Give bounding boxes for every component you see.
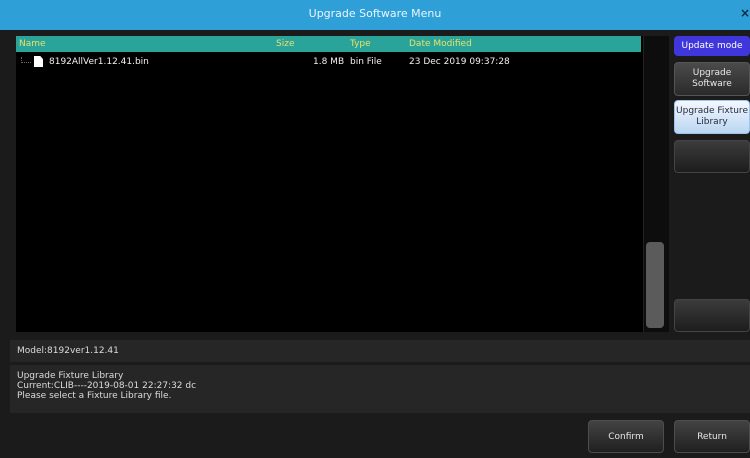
title-bar: Upgrade Software Menu × [0,0,750,30]
return-button[interactable]: Return [674,420,750,453]
file-type: bin File [350,57,382,67]
table-header: Name Size Type Date Modified [16,36,641,52]
confirm-button[interactable]: Confirm [588,420,664,453]
file-name: 8192AllVer1.12.41.bin [49,57,149,67]
column-size[interactable]: Size [276,39,294,49]
file-browser: Name Size Type Date Modified 8192AllVer1… [16,36,669,332]
close-icon[interactable]: × [740,6,750,20]
empty-side-button[interactable] [674,140,750,173]
file-date: 23 Dec 2019 09:37:28 [409,57,510,67]
column-name[interactable]: Name [19,39,46,49]
info-line-1: Upgrade Fixture Library [17,371,124,381]
info-line-3: Please select a Fixture Library file. [17,391,172,401]
model-status-bar: Model:8192ver1.12.41 [10,340,750,362]
file-icon [34,56,43,67]
upgrade-fixture-library-button[interactable]: Upgrade Fixture Library [674,100,750,134]
table-row[interactable]: 8192AllVer1.12.41.bin 1.8 MB bin File 23… [16,55,641,69]
column-type[interactable]: Type [350,39,371,49]
update-mode-button[interactable]: Update mode [674,36,750,56]
scrollbar-thumb[interactable] [646,242,664,328]
info-line-2: Current:CLIB----2019-08-01 22:27:32 dc [17,381,197,391]
info-panel: Upgrade Fixture Library Current:CLIB----… [10,365,750,413]
vertical-scrollbar[interactable] [643,36,669,332]
column-date[interactable]: Date Modified [409,39,472,49]
empty-side-button[interactable] [674,299,750,332]
window-title: Upgrade Software Menu [308,7,442,20]
upgrade-software-button[interactable]: Upgrade Software [674,62,750,96]
tree-connector [21,57,31,63]
model-text: Model:8192ver1.12.41 [17,346,119,356]
file-size: 1.8 MB [313,57,345,67]
